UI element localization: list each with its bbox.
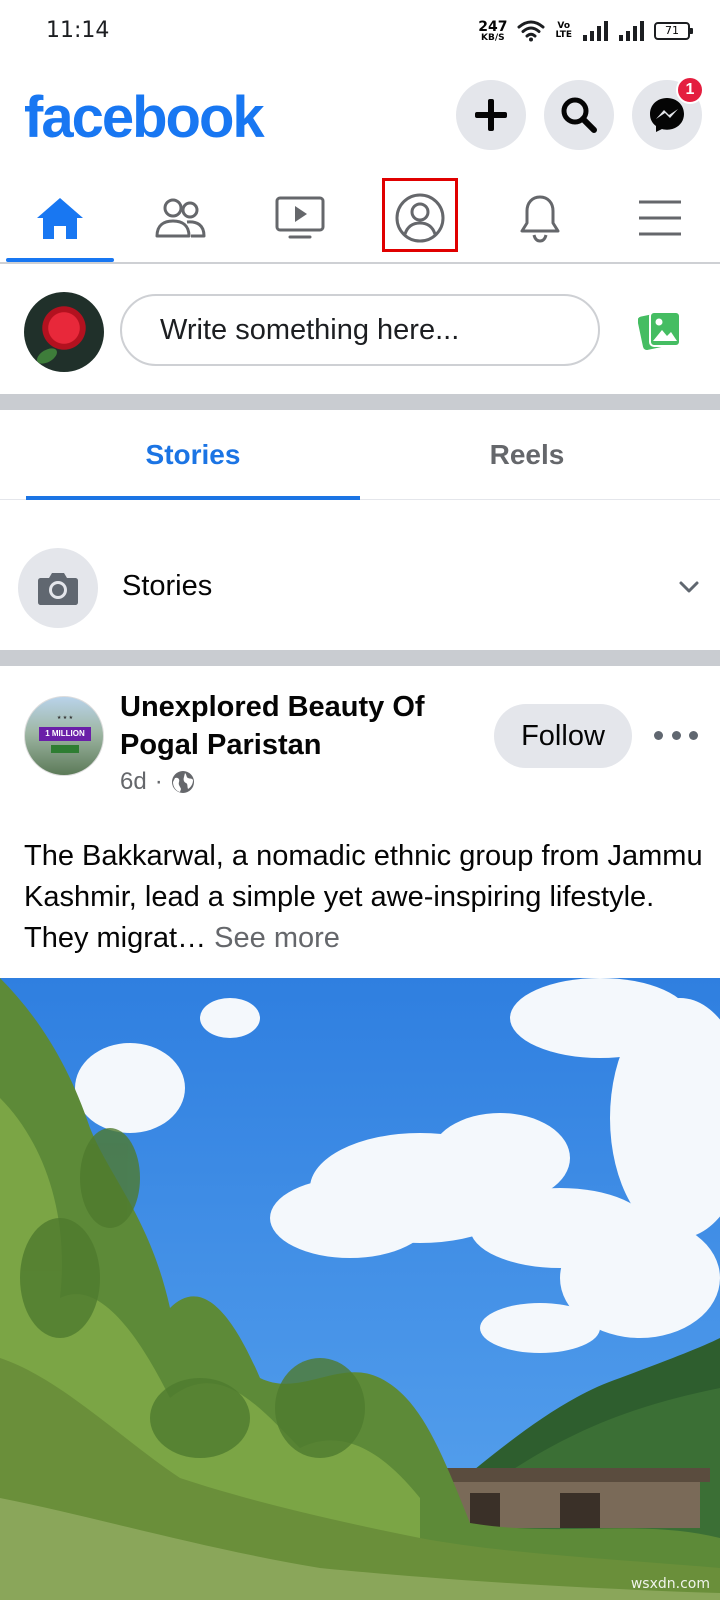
messenger-badge: 1 [676, 76, 704, 104]
main-nav [0, 174, 720, 264]
chevron-down-icon[interactable] [678, 576, 700, 598]
hamburger-menu-icon [639, 200, 681, 236]
search-icon [561, 97, 597, 133]
post-meta: 6d · [120, 768, 195, 796]
video-icon [275, 196, 325, 239]
network-speed-unit: KB/S [481, 32, 505, 43]
camera-icon [38, 573, 78, 605]
follow-button[interactable]: Follow [494, 704, 632, 768]
see-more-link[interactable]: See more [214, 922, 340, 954]
tab-menu[interactable] [600, 174, 720, 262]
more-options-icon[interactable] [654, 722, 698, 748]
network-speed-value: 247 [478, 18, 508, 35]
globe-icon [171, 771, 194, 793]
signal-icon-1 [583, 21, 608, 41]
post-text: The Bakkarwal, a nomadic ethnic group fr… [24, 836, 704, 959]
story-tabs: Stories Reels [0, 410, 720, 500]
landscape-image [0, 978, 720, 1600]
create-button[interactable] [456, 80, 526, 150]
composer-input[interactable]: Write something here... [120, 294, 600, 366]
post-time[interactable]: 6d [120, 768, 147, 796]
facebook-logo[interactable]: facebook [24, 84, 265, 151]
network-speed: 247 KB/S [478, 20, 507, 43]
profile-highlight-box [382, 178, 458, 252]
page-name[interactable]: Unexplored Beauty Of Pogal Paristan [120, 688, 460, 764]
status-time: 11:14 [46, 18, 110, 43]
messenger-button[interactable]: 1 [632, 76, 704, 150]
battery-icon: 71 [654, 22, 693, 40]
tab-home[interactable] [0, 174, 120, 262]
post-header: ★ ★ ★ 1 MILLION Unexplored Beauty Of Pog… [0, 672, 720, 812]
volte-indicator: Vo LTE [555, 22, 572, 40]
avatar-decoration: ★ ★ ★ [56, 715, 74, 721]
photo-icon[interactable] [638, 308, 682, 352]
user-avatar[interactable] [24, 292, 104, 372]
stories-row[interactable]: Stories [0, 540, 720, 636]
page-avatar[interactable]: ★ ★ ★ 1 MILLION [24, 696, 104, 776]
tab-watch[interactable] [240, 174, 360, 262]
tab-reels[interactable]: Reels [360, 410, 694, 500]
status-bar: 11:14 247 KB/S Vo LTE 71 [0, 0, 720, 64]
signal-icon-2 [619, 21, 644, 41]
tab-friends[interactable] [120, 174, 240, 262]
avatar-badge: 1 MILLION [39, 727, 91, 741]
stories-label: Stories [122, 570, 213, 602]
plus-icon [475, 99, 507, 131]
bell-icon [520, 195, 560, 243]
wifi-icon [517, 20, 545, 42]
section-divider [0, 394, 720, 410]
post-body: The Bakkarwal, a nomadic ethnic group fr… [24, 840, 703, 954]
search-button[interactable] [544, 80, 614, 150]
watermark: wsxdn.com [630, 1576, 710, 1592]
app-header: facebook 1 [0, 64, 720, 174]
home-icon [37, 198, 83, 239]
friends-icon [155, 198, 206, 238]
section-divider-2 [0, 650, 720, 666]
camera-button[interactable] [18, 548, 98, 628]
composer: Write something here... [0, 264, 720, 394]
post-image[interactable]: wsxdn.com [0, 978, 720, 1600]
avatar-strip [51, 745, 79, 753]
volte-bottom: LTE [555, 30, 572, 40]
status-icons: 247 KB/S Vo LTE 71 [478, 16, 693, 46]
meta-separator: · [154, 768, 163, 795]
tab-stories[interactable]: Stories [26, 410, 360, 500]
tab-notifications[interactable] [480, 174, 600, 262]
